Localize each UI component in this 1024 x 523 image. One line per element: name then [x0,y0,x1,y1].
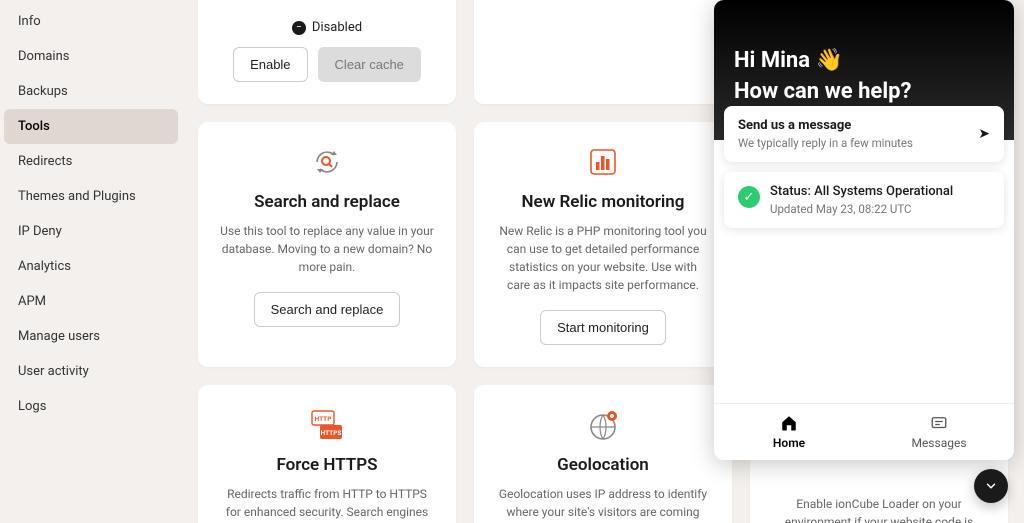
force-https-icon: HTTP HTTPS [220,407,434,443]
clear-cache-button[interactable]: Clear cache [318,47,421,82]
globe-pin-icon [496,407,710,443]
card-php: Restart PHP [474,0,732,104]
check-circle-icon: ✓ [738,186,760,208]
new-relic-icon [496,144,710,180]
disabled-dot-icon: − [292,21,306,35]
status-sub: Updated May 23, 08:22 UTC [770,202,953,216]
enable-button[interactable]: Enable [233,47,307,82]
status-line: − Disabled [292,20,362,35]
sidebar-item-manage-users[interactable]: Manage users [4,319,178,354]
card-geolocation: Geolocation Geolocation uses IP address … [474,385,732,523]
send-message-title: Send us a message [738,118,990,133]
chat-toggle-button[interactable] [974,469,1008,503]
chat-body: Send us a message We typically reply in … [714,140,1014,403]
sidebar-item-backups[interactable]: Backups [4,74,178,109]
sidebar: Info Domains Backups Tools Redirects The… [0,0,182,523]
chat-greeting: Hi Mina 👋 [734,48,994,73]
home-icon [780,414,798,432]
card-search-replace: Search and replace Use this tool to repl… [198,122,456,367]
arrow-right-icon: ➤ [978,126,990,142]
card-title: New Relic monitoring [496,192,710,212]
card-force-https: HTTP HTTPS Force HTTPS Redirects traffic… [198,385,456,523]
sidebar-item-ip-deny[interactable]: IP Deny [4,214,178,249]
send-message-card[interactable]: Send us a message We typically reply in … [724,106,1004,162]
card-desc: Enable ionCube Loader on your environmen… [772,495,986,523]
send-message-sub: We typically reply in a few minutes [738,136,990,150]
sidebar-item-themes-plugins[interactable]: Themes and Plugins [4,179,178,214]
chat-tabs: Home Messages [714,403,1014,460]
card-desc: New Relic is a PHP monitoring tool you c… [496,222,710,294]
sidebar-item-redirects[interactable]: Redirects [4,144,178,179]
sidebar-item-apm[interactable]: APM [4,284,178,319]
card-site-cache: − Disabled Enable Clear cache [198,0,456,104]
card-desc: Use this tool to replace any value in yo… [220,222,434,276]
messages-icon [930,414,948,432]
sidebar-item-logs[interactable]: Logs [4,389,178,424]
search-replace-button[interactable]: Search and replace [254,292,401,327]
card-title: Search and replace [220,192,434,212]
status-title: Status: All Systems Operational [770,184,953,199]
sidebar-item-analytics[interactable]: Analytics [4,249,178,284]
sidebar-item-user-activity[interactable]: User activity [4,354,178,389]
svg-text:HTTPS: HTTPS [321,429,342,437]
svg-text:HTTP: HTTP [315,415,332,423]
card-desc: Geolocation uses IP address to identify … [496,485,710,523]
sidebar-item-info[interactable]: Info [4,4,178,39]
status-card[interactable]: ✓ Status: All Systems Operational Update… [724,172,1004,228]
card-new-relic: New Relic monitoring New Relic is a PHP … [474,122,732,367]
card-title: Force HTTPS [220,455,434,475]
sidebar-item-domains[interactable]: Domains [4,39,178,74]
card-title: Geolocation [496,455,710,475]
sidebar-item-tools[interactable]: Tools [4,109,178,144]
chat-tab-home[interactable]: Home [714,404,864,460]
search-replace-icon [220,144,434,180]
chat-tab-messages[interactable]: Messages [864,404,1014,460]
chevron-down-icon [984,479,998,493]
status-text: Disabled [312,20,362,35]
card-desc: Redirects traffic from HTTP to HTTPS for… [220,485,434,523]
start-monitoring-button[interactable]: Start monitoring [540,310,666,345]
chat-widget: Hi Mina 👋 How can we help? Send us a mes… [714,0,1014,460]
